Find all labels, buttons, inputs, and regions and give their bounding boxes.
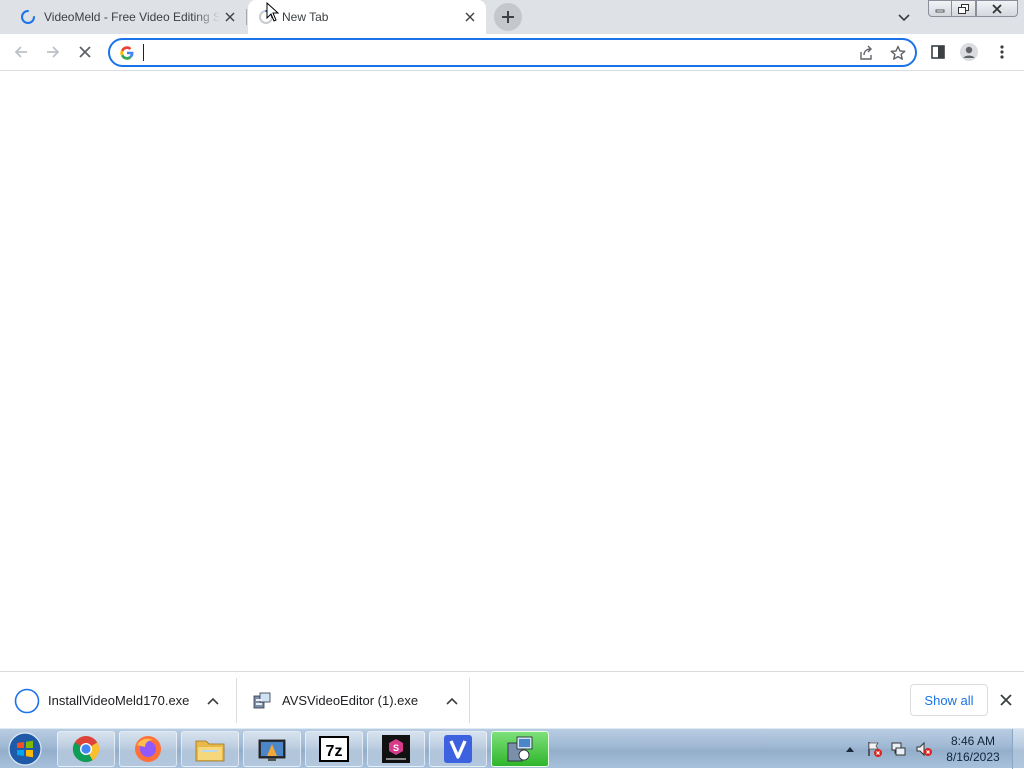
- forward-button[interactable]: [41, 40, 65, 64]
- tab-separator: [246, 9, 247, 25]
- firefox-icon: [135, 736, 161, 762]
- restore-button[interactable]: [951, 0, 976, 17]
- download-shelf: InstallVideoMeld170.exe AVSVideoEditor (…: [0, 671, 1024, 728]
- network-icon[interactable]: [889, 729, 909, 769]
- download-filename: AVSVideoEditor (1).exe: [282, 693, 419, 708]
- plus-icon: [502, 11, 514, 23]
- installer-app-icon: [507, 736, 533, 762]
- download-item[interactable]: AVSVideoEditor (1).exe: [252, 678, 462, 723]
- chevron-up-icon: [846, 747, 854, 752]
- chevron-up-icon[interactable]: [203, 691, 223, 711]
- minimize-button[interactable]: [928, 0, 952, 17]
- tab-strip: VideoMeld - Free Video Editing Software …: [0, 0, 1024, 34]
- chevron-up-icon[interactable]: [442, 691, 462, 711]
- mouse-cursor-icon: [266, 2, 280, 22]
- svg-text:S: S: [393, 743, 399, 753]
- chevron-down-icon: [898, 14, 910, 22]
- omnibox-input[interactable]: [142, 43, 842, 62]
- tab-title: VideoMeld - Free Video Editing Software: [44, 10, 220, 24]
- download-separator: [469, 678, 470, 723]
- volume-muted-icon[interactable]: [914, 729, 934, 769]
- restore-icon: [957, 3, 969, 14]
- taskbar-media-app[interactable]: [243, 731, 301, 767]
- taskbar: 7z S 8:46 AM 8/16/2023: [0, 728, 1024, 769]
- text-caret: [143, 44, 144, 61]
- close-shelf-icon[interactable]: [996, 690, 1016, 710]
- forward-arrow-icon: [47, 46, 60, 58]
- svg-text:7z: 7z: [326, 743, 343, 760]
- clock-date: 8/16/2023: [946, 750, 1000, 764]
- taskbar-flake-designer[interactable]: S: [367, 731, 425, 767]
- stop-loading-button[interactable]: [73, 40, 97, 64]
- close-window-button[interactable]: [976, 0, 1018, 17]
- download-filename: InstallVideoMeld170.exe: [48, 693, 190, 708]
- new-tab-button[interactable]: [494, 3, 522, 31]
- progress-ring-icon: [14, 688, 40, 713]
- close-tab-icon[interactable]: [460, 7, 480, 27]
- side-panel-icon: [931, 45, 945, 59]
- profile-button[interactable]: [957, 40, 981, 64]
- download-item[interactable]: InstallVideoMeld170.exe: [14, 678, 223, 723]
- taskbar-7zip[interactable]: 7z: [305, 731, 363, 767]
- flake-designer-icon: S: [382, 735, 410, 763]
- taskbar-firefox[interactable]: [119, 731, 177, 767]
- chrome-icon: [72, 736, 100, 763]
- v-app-icon: [444, 735, 472, 763]
- side-panel-button[interactable]: [926, 40, 950, 64]
- show-desktop-button[interactable]: [1012, 729, 1024, 769]
- start-button[interactable]: [5, 731, 45, 767]
- tray-overflow-button[interactable]: [843, 729, 857, 769]
- stop-x-icon: [79, 46, 91, 58]
- download-separator: [236, 678, 237, 723]
- tab-title: New Tab: [282, 10, 329, 24]
- 7zip-icon: 7z: [319, 736, 349, 762]
- google-icon: [120, 46, 134, 60]
- menu-button[interactable]: [990, 40, 1014, 64]
- file-explorer-icon: [195, 740, 225, 762]
- back-arrow-icon: [14, 46, 27, 58]
- taskbar-chrome[interactable]: [57, 731, 115, 767]
- share-icon[interactable]: [856, 43, 876, 63]
- minimize-icon: [935, 9, 945, 12]
- close-tab-icon[interactable]: [220, 7, 240, 27]
- tab-search-button[interactable]: [894, 8, 914, 28]
- back-button[interactable]: [9, 40, 33, 64]
- show-all-button[interactable]: Show all: [910, 684, 988, 716]
- page-content: [0, 71, 1024, 671]
- bookmark-star-icon[interactable]: [888, 43, 908, 63]
- taskbar-installer[interactable]: [491, 731, 549, 767]
- action-center-icon[interactable]: [864, 729, 884, 769]
- tab-new-tab[interactable]: New Tab: [248, 0, 486, 34]
- address-bar[interactable]: [108, 38, 917, 67]
- windows-start-icon: [8, 732, 42, 766]
- close-icon: [992, 3, 1002, 14]
- media-app-icon: [258, 739, 286, 761]
- browser-toolbar: [0, 34, 1024, 71]
- profile-avatar-icon: [960, 43, 978, 61]
- taskbar-file-explorer[interactable]: [181, 731, 239, 767]
- installer-icon: [253, 692, 271, 708]
- kebab-menu-icon: [1000, 45, 1004, 59]
- tab-videomeld[interactable]: VideoMeld - Free Video Editing Software: [8, 0, 246, 34]
- system-clock[interactable]: 8:46 AM 8/16/2023: [940, 733, 1006, 765]
- loading-spinner-icon: [21, 10, 35, 24]
- clock-time: 8:46 AM: [950, 734, 996, 748]
- taskbar-v-app[interactable]: [429, 731, 487, 767]
